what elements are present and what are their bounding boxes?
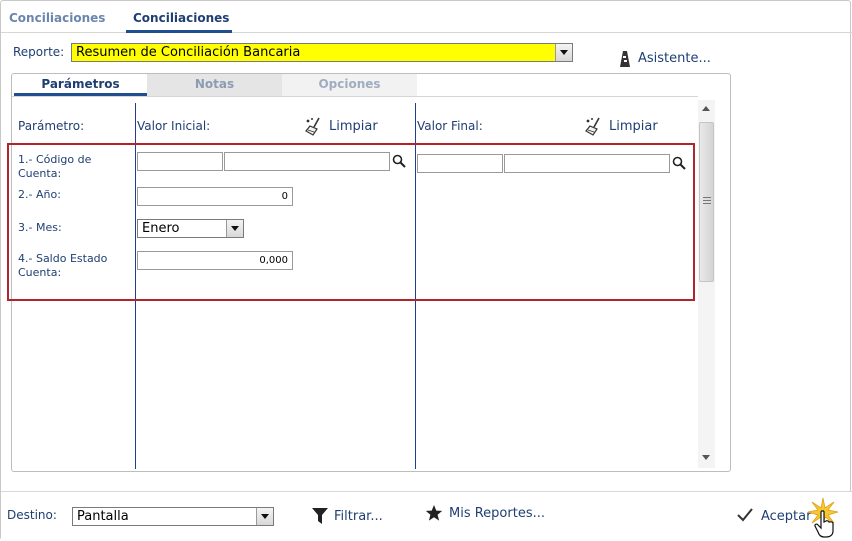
valor-final-header: Valor Final: (417, 119, 483, 133)
filtrar-button[interactable]: Filtrar... (311, 506, 391, 526)
parametro-header: Parámetro: (18, 119, 85, 133)
scroll-down-arrow-icon[interactable] (702, 455, 710, 460)
mis-reportes-label: Mis Reportes... (449, 506, 545, 521)
tab-conciliaciones-2[interactable]: Conciliaciones (133, 11, 229, 25)
destino-select-value: Pantalla (77, 509, 129, 524)
chevron-down-icon[interactable] (256, 508, 273, 525)
mis-reportes-button[interactable]: Mis Reportes... (425, 504, 550, 524)
aceptar-button[interactable]: Aceptar (736, 497, 848, 538)
hand-cursor-icon (814, 510, 834, 538)
vertical-scrollbar[interactable] (698, 100, 715, 468)
broom-icon (585, 117, 600, 136)
reporte-select-value: Resumen de Conciliación Bancaria (76, 45, 301, 60)
tab-notas[interactable]: Notas (147, 74, 282, 96)
reporte-label: Reporte: (13, 45, 65, 59)
broom-icon (305, 117, 320, 136)
chevron-down-icon[interactable] (555, 44, 572, 61)
grip-icon (703, 197, 711, 198)
scroll-up-arrow-icon[interactable] (702, 106, 710, 111)
report-window: Conciliaciones Conciliaciones Reporte: R… (0, 0, 852, 541)
filtrar-label: Filtrar... (334, 509, 383, 524)
filter-icon (312, 508, 328, 524)
destino-label: Destino: (7, 508, 57, 522)
highlight-box (7, 143, 695, 301)
limpiar-final-label: Limpiar (609, 119, 658, 134)
checkmark-icon (737, 508, 753, 522)
bottom-bar: Destino: Pantalla Filtrar... Mis Reporte… (1, 491, 852, 541)
destino-select[interactable]: Pantalla (72, 507, 274, 526)
panel-tab-bar: Parámetros Notas Opciones (12, 74, 730, 96)
tab-conciliaciones-1[interactable]: Conciliaciones (9, 11, 105, 25)
asistente-label: Asistente... (638, 51, 711, 66)
valor-inicial-header: Valor Inicial: (137, 119, 211, 133)
aceptar-label: Aceptar (761, 509, 812, 524)
scroll-thumb[interactable] (699, 122, 714, 282)
tab-parametros[interactable]: Parámetros (14, 74, 147, 96)
active-tab-indicator (126, 30, 232, 33)
limpiar-inicial-label: Limpiar (329, 119, 378, 134)
reporte-select[interactable]: Resumen de Conciliación Bancaria (71, 43, 573, 62)
star-icon (425, 505, 443, 521)
top-tab-bar: Conciliaciones Conciliaciones (1, 1, 852, 33)
tab-opciones[interactable]: Opciones (282, 74, 417, 96)
wizard-icon (620, 51, 630, 67)
